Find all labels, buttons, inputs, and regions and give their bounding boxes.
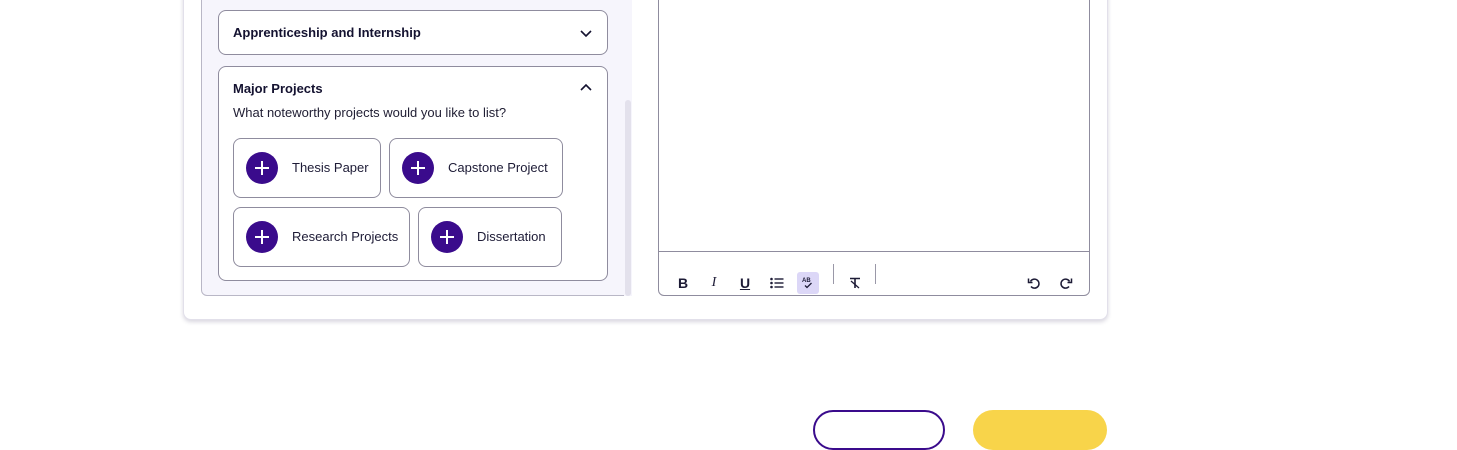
spellcheck-button[interactable]: AB [797,272,819,294]
add-research-projects-button[interactable]: Research Projects [233,207,410,267]
add-dissertation-button[interactable]: Dissertation [418,207,562,267]
chip-label: Dissertation [477,229,546,244]
back-button[interactable] [813,410,945,450]
bulleted-list-button[interactable] [766,272,788,294]
clear-formatting-icon [850,277,860,289]
chevron-up-icon[interactable] [579,80,593,94]
plus-icon [402,152,434,184]
rich-text-editor[interactable] [658,0,1090,296]
accordion-title: Apprenticeship and Internship [233,25,421,40]
spellcheck-icon: AB [802,278,812,289]
add-thesis-paper-button[interactable]: Thesis Paper [233,138,381,198]
accordion-title[interactable]: Major Projects [233,81,323,96]
scrollbar-thumb[interactable] [625,100,631,296]
chip-label: Capstone Project [448,160,548,175]
toolbar-separator [875,264,876,284]
redo-icon [1060,278,1073,289]
chevron-down-icon [580,30,592,38]
bulleted-list-icon [770,277,784,289]
clear-formatting-button[interactable] [844,272,866,294]
plus-icon [431,221,463,253]
italic-button[interactable]: I [703,272,725,294]
bold-button[interactable]: B [672,272,694,294]
chip-label: Thesis Paper [292,160,369,175]
undo-icon [1027,278,1040,289]
toolbar-separator [833,264,834,284]
chip-label: Research Projects [292,229,399,244]
next-button[interactable] [973,410,1107,450]
toolbar-divider [659,251,1089,252]
underline-button[interactable]: U [734,272,756,294]
plus-icon [246,152,278,184]
section-prompt: What noteworthy projects would you like … [233,105,507,120]
redo-button[interactable] [1055,272,1077,294]
svg-text:AB: AB [802,278,811,284]
accordion-apprenticeship[interactable]: Apprenticeship and Internship [218,10,608,55]
undo-button[interactable] [1023,272,1045,294]
plus-icon [246,221,278,253]
add-capstone-project-button[interactable]: Capstone Project [389,138,563,198]
